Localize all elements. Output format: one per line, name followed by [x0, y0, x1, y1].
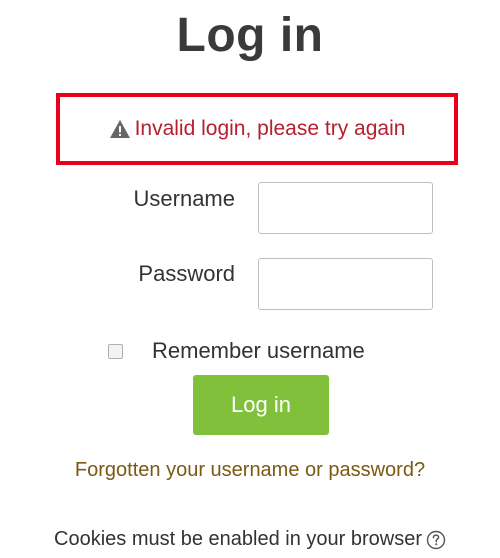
cookies-text: Cookies must be enabled in your browser: [54, 528, 422, 550]
password-field[interactable]: [258, 258, 433, 310]
cookies-notice: Cookies must be enabled in your browser: [0, 528, 500, 551]
login-button[interactable]: Log in: [193, 375, 329, 435]
error-alert: Invalid login, please try again: [56, 93, 458, 165]
warning-icon: [109, 119, 131, 139]
error-message: Invalid login, please try again: [134, 117, 406, 140]
page-title: Log in: [176, 9, 324, 62]
login-page: Log in Invalid login, please try again U…: [0, 0, 500, 558]
forgot-password-link[interactable]: Forgotten your username or password?: [0, 459, 500, 482]
password-label: Password: [138, 261, 235, 286]
remember-username-label[interactable]: Remember username: [152, 338, 365, 364]
remember-username-checkbox[interactable]: [108, 343, 123, 359]
remember-username-row: Remember username: [108, 338, 365, 364]
error-message-row: Invalid login, please try again: [109, 117, 406, 141]
username-label: Username: [133, 186, 235, 211]
username-field[interactable]: [258, 182, 433, 234]
help-circle-icon[interactable]: [426, 530, 446, 550]
